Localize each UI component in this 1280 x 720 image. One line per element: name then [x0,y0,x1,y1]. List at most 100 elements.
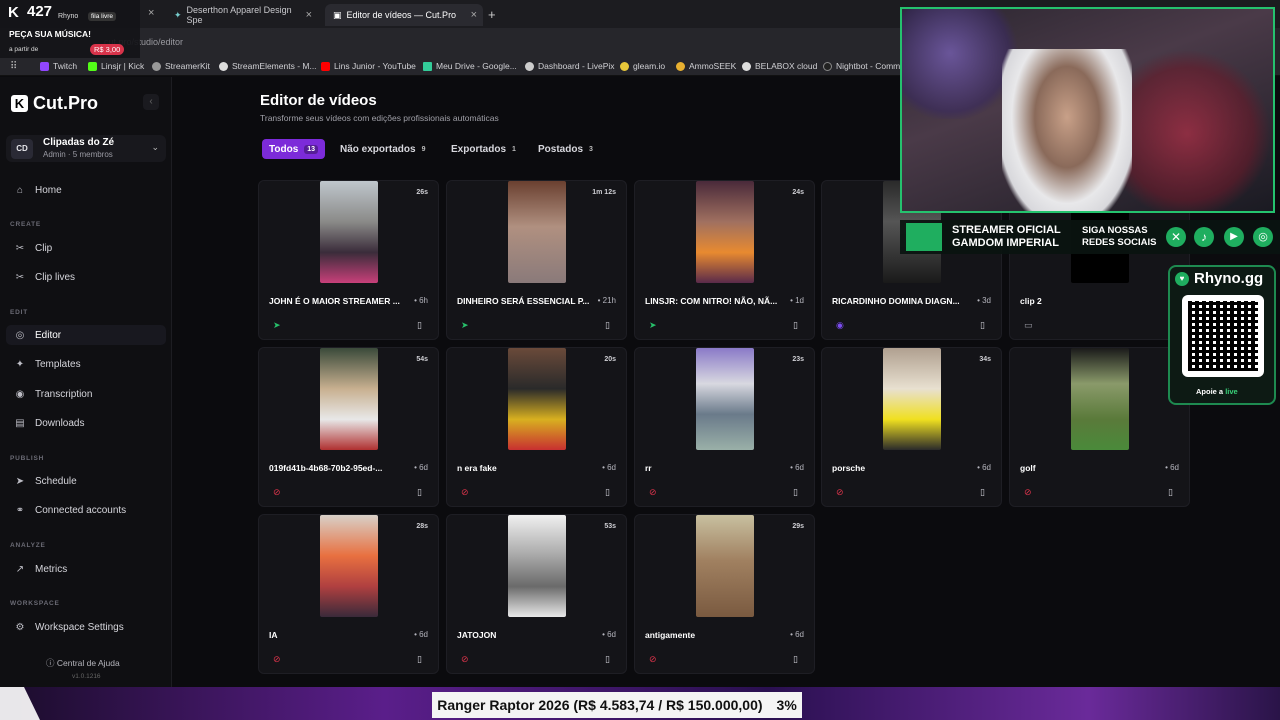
document-icon[interactable]: ▯ [1168,487,1173,498]
logo[interactable]: K Cut.Pro [11,93,98,114]
qr-code-icon [1182,295,1264,377]
bookmark[interactable]: Meu Drive - Google... [423,61,517,71]
sidebar-item-connected-accounts[interactable]: ⚭ Connected accounts [6,500,166,520]
video-thumbnail[interactable] [508,515,566,617]
collapse-sidebar-button[interactable]: ‹ [143,94,159,110]
document-icon[interactable]: ▯ [980,320,985,331]
video-age: • 6d [414,463,428,472]
bookmark[interactable]: StreamElements - M... [219,61,317,71]
video-age: • 6d [977,463,991,472]
video-duration: 23s [792,356,804,363]
sidebar-item-editor[interactable]: ◎ Editor [6,325,166,345]
bookmark[interactable]: Dashboard - LivePix [525,61,615,71]
document-icon[interactable]: ▯ [980,487,985,498]
bookmark-label: Meu Drive - Google... [436,61,517,71]
workspace-name: Clipadas do Zé [43,137,115,148]
page-subtitle: Transforme seus vídeos com edições profi… [260,113,499,123]
bookmark[interactable]: Nightbot - Comm [823,61,900,71]
sparkle-icon: ✦ [15,358,25,370]
bookmark[interactable]: gleam.io [620,61,665,71]
document-icon[interactable]: ▯ [793,654,798,665]
video-card[interactable]: 29s antigamente • 6d ⊘ ▯ [634,514,815,674]
workspace-switcher[interactable]: CD Clipadas do Zé Admin · 5 membros ⌄ [6,135,166,162]
close-icon[interactable]: × [148,7,154,19]
video-thumbnail[interactable] [883,348,941,450]
video-duration: 1m 12s [592,189,616,196]
document-icon[interactable]: ▯ [417,320,422,331]
video-card[interactable]: 23s rr • 6d ⊘ ▯ [634,347,815,507]
video-age: • 21h [597,296,616,305]
apps-icon[interactable]: ⠿ [10,61,17,72]
video-card[interactable]: golf • 6d ⊘ ▯ [1009,347,1190,507]
tab-count: 13 [304,144,319,154]
document-icon[interactable]: ▯ [793,487,798,498]
chart-line-icon: ↗ [15,563,25,575]
video-thumbnail[interactable] [696,348,754,450]
video-age: • 6d [602,630,616,639]
sidebar-item-metrics[interactable]: ↗ Metrics [6,559,166,579]
tab-todos[interactable]: Todos 13 [262,139,326,159]
video-thumbnail[interactable] [320,181,378,283]
browser-tab-active[interactable]: ▣ Editor de vídeos — Cut.Pro × [325,4,483,26]
sidebar-item-downloads[interactable]: ▤ Downloads [6,413,166,433]
gear-icon: ⚙ [15,621,25,633]
tab-postados[interactable]: Postados 3 [531,139,600,159]
video-title: LINSJR: COM NITRO! NÃO, NÃ... [645,296,778,306]
sidebar-item-templates[interactable]: ✦ Templates [6,354,166,374]
video-age: • 6d [790,463,804,472]
video-thumbnail[interactable] [508,348,566,450]
send-icon: ➤ [15,475,25,487]
video-card[interactable]: 53s JATOJON • 6d ⊘ ▯ [446,514,627,674]
sidebar-item-workspace-settings[interactable]: ⚙ Workspace Settings [6,617,166,637]
video-card[interactable]: 54s 019fd41b-4b68-70b2-95ed-... • 6d ⊘ ▯ [258,347,439,507]
video-card[interactable]: 24s LINSJR: COM NITRO! NÃO, NÃ... • 1d ➤ ▯ [634,180,815,340]
video-thumbnail[interactable] [320,515,378,617]
editor-icon: ◎ [15,329,25,341]
video-age: • 3d [977,296,991,305]
video-thumbnail[interactable] [320,348,378,450]
video-duration: 34s [979,356,991,363]
video-card[interactable]: 28s IA • 6d ⊘ ▯ [258,514,439,674]
bookmark[interactable]: BELABOX cloud [742,61,817,71]
sidebar-item-clip-lives[interactable]: ✂ Clip lives [6,267,166,287]
video-thumbnail[interactable] [696,181,754,283]
sidebar-item-schedule[interactable]: ➤ Schedule [6,471,166,491]
bookmark[interactable]: Twitch [40,61,77,71]
video-thumbnail[interactable] [696,515,754,617]
close-icon[interactable]: × [471,9,477,21]
bookmark[interactable]: AmmoSEEK [676,61,736,71]
document-icon[interactable]: ▯ [605,320,610,331]
sidebar-item-home[interactable]: ⌂ Home [6,180,166,200]
workspace-avatar: CD [11,139,33,159]
document-icon[interactable]: ▯ [417,654,422,665]
sidebar-item-label: Workspace Settings [35,621,124,633]
video-card[interactable]: 1m 12s DINHEIRO SERÁ ESSENCIAL P... • 21h ➤… [446,180,627,340]
browser-tab[interactable]: ✦ Deserthon Apparel Design Spe × [166,4,318,26]
x-icon: ✕ [1166,227,1186,247]
bookmark[interactable]: StreamerKit [152,61,210,71]
tab-exportados[interactable]: Exportados 1 [444,139,523,159]
bookmark[interactable]: Linsjr | Kick [88,61,144,71]
video-card[interactable]: 34s porsche • 6d ⊘ ▯ [821,347,1002,507]
video-thumbnail[interactable] [508,181,566,283]
sidebar-item-clip[interactable]: ✂ Clip [6,238,166,258]
video-duration: 53s [604,523,616,530]
document-icon[interactable]: ▯ [793,320,798,331]
video-thumbnail[interactable] [1071,348,1129,450]
sidebar-item-transcription[interactable]: ◉ Transcription [6,384,166,404]
video-card[interactable]: 20s n era fake • 6d ⊘ ▯ [446,347,627,507]
overlay-price: R$ 3,00 [90,44,125,55]
rhyno-cta: Apoie a [1196,387,1224,396]
document-icon[interactable]: ▯ [605,487,610,498]
document-icon[interactable]: ▯ [417,487,422,498]
chevron-down-icon: ⌄ [151,142,159,152]
new-tab-icon[interactable]: + [488,7,496,22]
document-icon[interactable]: ▯ [605,654,610,665]
scissors-icon: ✂ [15,242,25,254]
close-icon[interactable]: × [306,9,312,21]
tab-nao-exportados[interactable]: Não exportados 9 [333,139,432,159]
video-card[interactable]: 26s JOHN É O MAIOR STREAMER ... • 6h ➤ ▯ [258,180,439,340]
bookmark[interactable]: Lins Junior - YouTube [321,61,416,71]
help-link[interactable]: ⓘ Central de Ajuda [46,657,120,669]
video-duration: 28s [416,523,428,530]
